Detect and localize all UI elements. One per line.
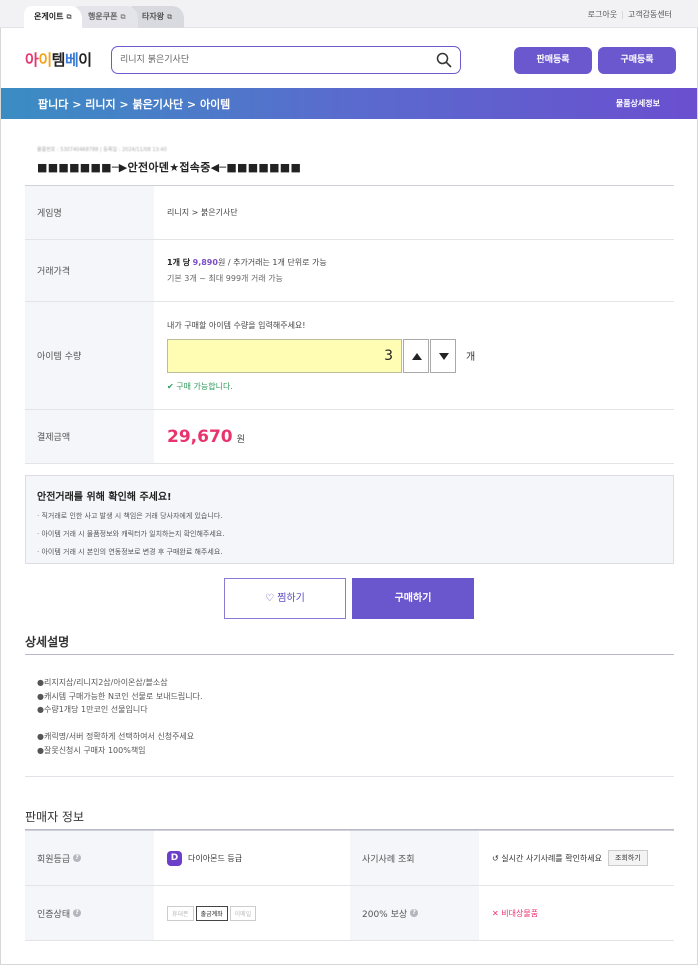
tab-label: 타자왕 xyxy=(142,12,165,21)
top-links: 로그아웃 | 고객감동센터 xyxy=(584,9,676,20)
history-icon: ↺ xyxy=(492,853,499,863)
qty-decrease-button[interactable] xyxy=(430,338,456,373)
logout-link[interactable]: 로그아웃 xyxy=(584,10,621,19)
arrow-up-icon xyxy=(412,352,422,360)
description-line xyxy=(37,717,203,731)
grade-value: 다이아몬드 등급 xyxy=(188,853,243,863)
divider xyxy=(25,654,674,655)
tab-label: 온게이트 xyxy=(34,12,64,21)
external-link-icon: ⧉ xyxy=(120,13,126,21)
purchase-button[interactable]: 구매하기 xyxy=(352,578,474,619)
search-box xyxy=(111,46,461,74)
external-link-icon: ⧉ xyxy=(66,13,72,21)
wishlist-button[interactable]: ♡ 찜하기 xyxy=(224,578,346,619)
game-value: 리니지 > 붉은기사단 xyxy=(167,208,238,217)
fraud-label: 사기사례 조회 xyxy=(350,831,479,885)
diamond-grade-icon: D xyxy=(167,850,182,866)
description-line: ●잘못신청시 구매자 100%책임 xyxy=(37,745,146,755)
fraud-text: 실시간 사기사례를 확인하세요 xyxy=(501,853,603,863)
description-line: ●수량1개당 1만코인 선물입니다 xyxy=(37,705,148,714)
qty-ok-message: 구매 가능합니다. xyxy=(176,381,233,391)
price-prefix: 1개 당 xyxy=(167,258,191,267)
description-line: ●캐릭명/서버 정확하게 선택하여서 신청주세요 xyxy=(37,732,195,741)
unit-price: 9,890 xyxy=(192,258,218,267)
sell-register-button[interactable]: 판매등록 xyxy=(514,47,592,74)
auth-chip-email: 이메일 xyxy=(229,905,257,921)
help-icon[interactable]: ? xyxy=(410,909,419,917)
breadcrumb-path[interactable]: 팝니다 > 리니지 > 붉은기사단 > 아이템 xyxy=(38,96,230,112)
qty-label: 아이템 수량 xyxy=(25,302,154,409)
quantity-input[interactable]: 3 xyxy=(167,338,402,373)
header: 아이템베이 판매등록 구매등록 xyxy=(0,28,698,88)
qty-unit: 개 xyxy=(466,352,476,363)
compensation-value: 비대상물품 xyxy=(501,908,539,918)
grade-label: 회원등급 xyxy=(37,854,71,865)
product-meta: 물품번호 : 530740468788 | 등록일 : 2024/11/08 1… xyxy=(37,147,167,153)
description-line: ●리지지삽/리니지2삽/아이온삽/블소삽 xyxy=(37,678,168,687)
description-title: 상세설명 xyxy=(25,635,70,649)
notice-item: 아이템 거래 시 물품정보와 캐릭터가 일치하는지 확인해주세요. xyxy=(37,529,662,539)
wishlist-label: 찜하기 xyxy=(277,593,305,604)
x-icon: ✕ xyxy=(492,908,499,918)
qty-increase-button[interactable] xyxy=(403,338,429,373)
safety-notice: 안전거래를 위해 확인해 주세요! 직거래로 인한 사고 발생 시 책임은 거래… xyxy=(25,475,674,564)
auth-chip-account: 출금계좌 xyxy=(195,905,228,921)
help-icon[interactable]: ? xyxy=(73,854,82,862)
external-link-icon: ⧉ xyxy=(167,13,173,21)
fraud-check-button[interactable]: 조회하기 xyxy=(608,850,648,866)
notice-item: 직거래로 인한 사고 발생 시 책임은 거래 당사자에게 있습니다. xyxy=(37,511,662,521)
notice-item: 아이템 거래 시 본인의 연동정보로 변경 후 구매완료 해주세요. xyxy=(37,547,662,557)
product-detail-link[interactable]: 물품상세정보 xyxy=(616,98,660,109)
tab-ongate[interactable]: 온게이트 ⧉ xyxy=(24,6,82,28)
search-icon[interactable] xyxy=(436,52,452,68)
search-input[interactable] xyxy=(120,53,420,63)
qty-prompt: 내가 구매할 아이템 수량을 입력해주세요! xyxy=(167,320,306,330)
product-info-table: 게임명 리니지 > 붉은기사단 거래가격 1개 당 9,890원 / 추가거래는… xyxy=(25,185,674,464)
total-label: 결제금액 xyxy=(25,410,154,463)
divider xyxy=(25,776,674,777)
help-icon[interactable]: ? xyxy=(73,909,82,917)
heart-icon: ♡ xyxy=(265,593,275,604)
table-row: 아이템 수량 내가 구매할 아이템 수량을 입력해주세요! 3 개 ✔ 구매 가… xyxy=(25,302,674,410)
auth-chip-phone: 휴대폰 xyxy=(167,905,194,921)
total-price: 29,670 xyxy=(167,426,233,447)
auth-label: 인증상태 xyxy=(37,909,71,920)
table-row: 결제금액 29,670 원 xyxy=(25,410,674,464)
total-unit: 원 xyxy=(236,434,245,445)
description-line: ●캐시템 구매가능한 N코인 선물로 보내드립니다. xyxy=(37,691,203,701)
notice-title: 안전거래를 위해 확인해 주세요! xyxy=(37,492,172,503)
breadcrumb: 팝니다 > 리니지 > 붉은기사단 > 아이템 물품상세정보 xyxy=(1,88,697,119)
buy-register-button[interactable]: 구매등록 xyxy=(598,47,676,74)
game-label: 게임명 xyxy=(25,186,154,239)
description-body: ●리지지삽/리니지2삽/아이온삽/블소삽 ●캐시템 구매가능한 N코인 선물로 … xyxy=(37,676,203,757)
table-row: 인증상태? 휴대폰 출금계좌 이메일 200% 보상? ✕ 비대상물품 xyxy=(25,886,674,941)
product-title: ■■■■■■■─▶안전아덴★접속중◀─■■■■■■■ xyxy=(37,161,302,174)
arrow-down-icon xyxy=(439,352,449,360)
logo[interactable]: 아이템베이 xyxy=(25,49,92,70)
compensation-label: 200% 보상 xyxy=(362,909,408,920)
tab-label: 행운쿠폰 xyxy=(88,12,118,21)
table-row: 게임명 리니지 > 붉은기사단 xyxy=(25,186,674,240)
seller-info-table: 회원등급? D 다이아몬드 등급 사기사례 조회 ↺ 실시간 사기사례를 확인하세… xyxy=(25,830,674,941)
top-bar: 온게이트 ⧉ 행운쿠폰 ⧉ 타자왕 ⧉ 로그아웃 | 고객감동센터 xyxy=(0,0,698,28)
table-row: 회원등급? D 다이아몬드 등급 사기사례 조회 ↺ 실시간 사기사례를 확인하세… xyxy=(25,831,674,886)
price-range: 기본 3개 ~ 최대 999개 거래 가능 xyxy=(167,274,283,283)
check-icon: ✔ xyxy=(167,381,174,391)
price-label: 거래가격 xyxy=(25,240,154,301)
seller-info-title: 판매자 정보 xyxy=(25,810,85,824)
price-suffix: 원 / 추가거래는 1개 단위로 가능 xyxy=(217,258,327,267)
table-row: 거래가격 1개 당 9,890원 / 추가거래는 1개 단위로 가능 기본 3개… xyxy=(25,240,674,302)
customer-center-link[interactable]: 고객감동센터 xyxy=(624,10,676,19)
